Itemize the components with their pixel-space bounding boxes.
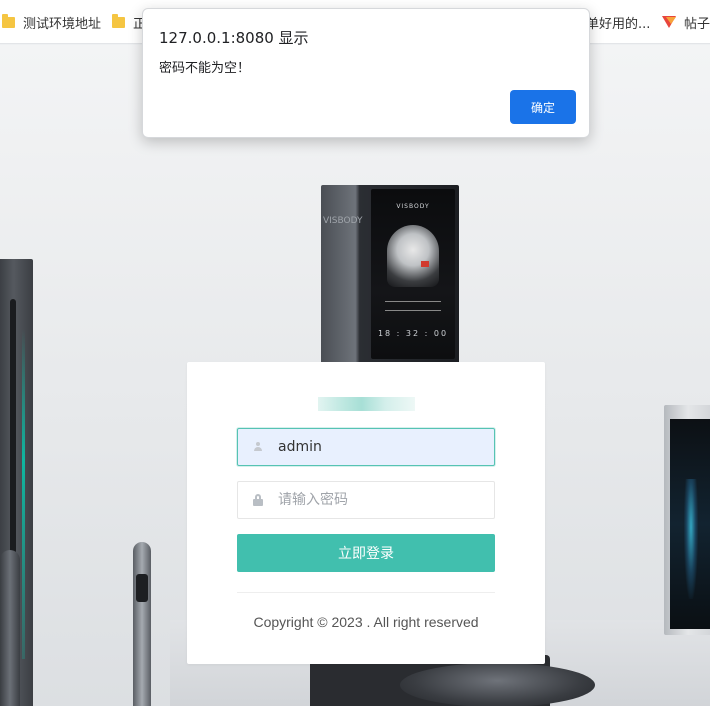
astronaut-image <box>387 225 439 287</box>
username-input[interactable] <box>278 429 494 465</box>
device-vertical-brand: VISBODY <box>323 216 363 226</box>
alert-origin: 127.0.0.1:8080 显示 <box>159 29 309 47</box>
device-screen: VISBODY 18 : 32 : 00 <box>371 189 455 359</box>
lock-icon-wrap <box>238 482 278 518</box>
alert-dialog: 127.0.0.1:8080 显示 密码不能为空！ 确定 <box>142 8 590 138</box>
site-logo-icon <box>662 16 676 28</box>
password-input[interactable] <box>278 482 494 518</box>
lock-icon <box>253 494 263 506</box>
body-figure-icon <box>684 479 698 599</box>
folder-icon <box>112 13 125 28</box>
password-field[interactable] <box>237 481 495 519</box>
device-clock: 18 : 32 : 00 <box>377 329 449 338</box>
alert-message: 密码不能为空！ <box>159 61 251 76</box>
bookmark-label: 单好用的... <box>586 16 651 32</box>
bookmark-label: 帖子 <box>684 16 710 32</box>
login-button[interactable]: 立即登录 <box>237 534 495 572</box>
device-right <box>664 405 710 635</box>
username-field[interactable] <box>237 428 495 466</box>
bookmark-folder-test-env[interactable]: 测试环境地址 <box>2 0 101 44</box>
login-card: 立即登录 Copyright © 2023 . All right reserv… <box>187 362 545 664</box>
device-post-handle <box>133 542 151 706</box>
bookmark-folder-2[interactable]: 正 <box>112 0 146 44</box>
user-icon-wrap <box>238 429 278 465</box>
device-turntable <box>400 663 595 706</box>
device-brand: VISBODY <box>396 203 430 210</box>
screen-banner <box>385 301 441 311</box>
bookmark-item-3[interactable]: 单好用的... <box>586 0 650 44</box>
divider <box>237 592 495 593</box>
device-center: VISBODY VISBODY 18 : 32 : 00 <box>321 185 459 365</box>
flag-icon <box>421 261 429 267</box>
device-post-left <box>0 550 20 706</box>
logo-blurred <box>318 397 415 411</box>
bookmark-label: 测试环境地址 <box>23 16 102 32</box>
folder-icon <box>2 13 15 28</box>
bookmark-item-posts[interactable]: 帖子 <box>662 0 710 44</box>
copyright-text: Copyright © 2023 . All right reserved <box>253 614 479 630</box>
user-icon <box>253 442 263 452</box>
alert-ok-button[interactable]: 确定 <box>510 90 576 124</box>
